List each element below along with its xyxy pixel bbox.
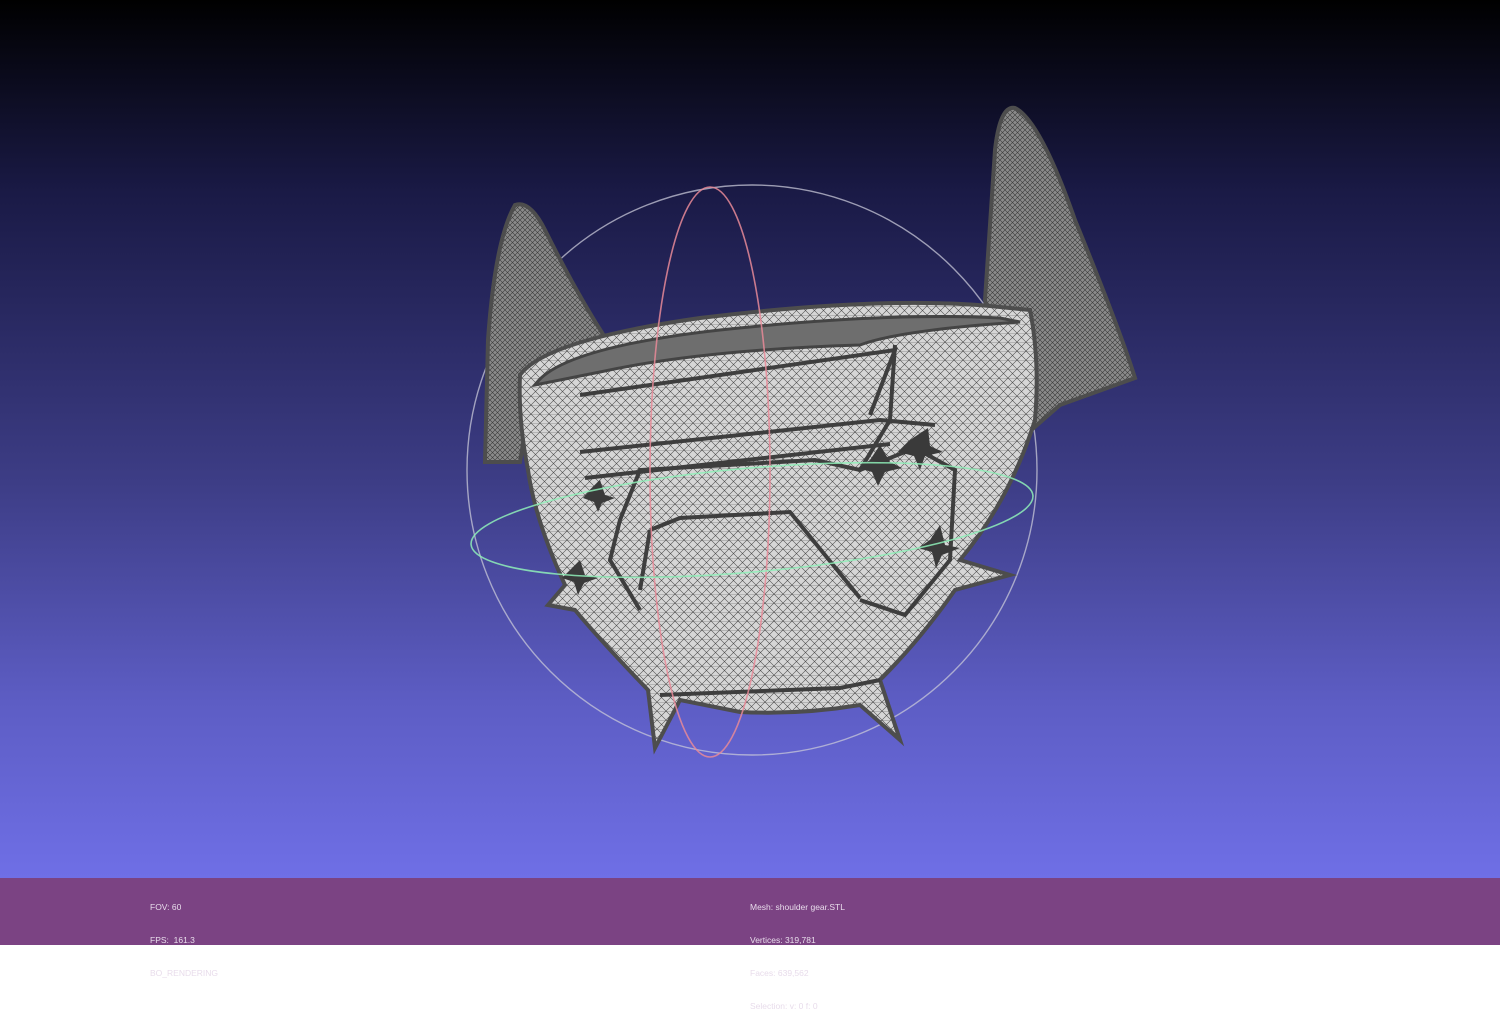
vertex-count: Vertices: 319,781 (750, 935, 816, 945)
fov-readout: FOV: 60 (150, 902, 182, 912)
status-bar: FOV: 60 FPS: 161.3 BO_RENDERING Mesh: sh… (0, 878, 1500, 1011)
render-canvas[interactable] (0, 0, 1500, 878)
mesh-info: Mesh: shoulder gear.STL Vertices: 319,78… (750, 880, 845, 1034)
3d-viewport[interactable] (0, 0, 1500, 878)
selection-readout: Selection: v: 0 f: 0 (750, 1001, 818, 1011)
render-mode-readout: BO_RENDERING (150, 968, 219, 978)
fps-readout: FPS: 161.3 (150, 935, 195, 945)
mesh-name: Mesh: shoulder gear.STL (750, 902, 845, 912)
face-count: Faces: 639,562 (750, 968, 809, 978)
render-info: FOV: 60 FPS: 161.3 BO_RENDERING (150, 880, 218, 1001)
shoulder-armor-mesh-icon[interactable] (482, 105, 1138, 755)
